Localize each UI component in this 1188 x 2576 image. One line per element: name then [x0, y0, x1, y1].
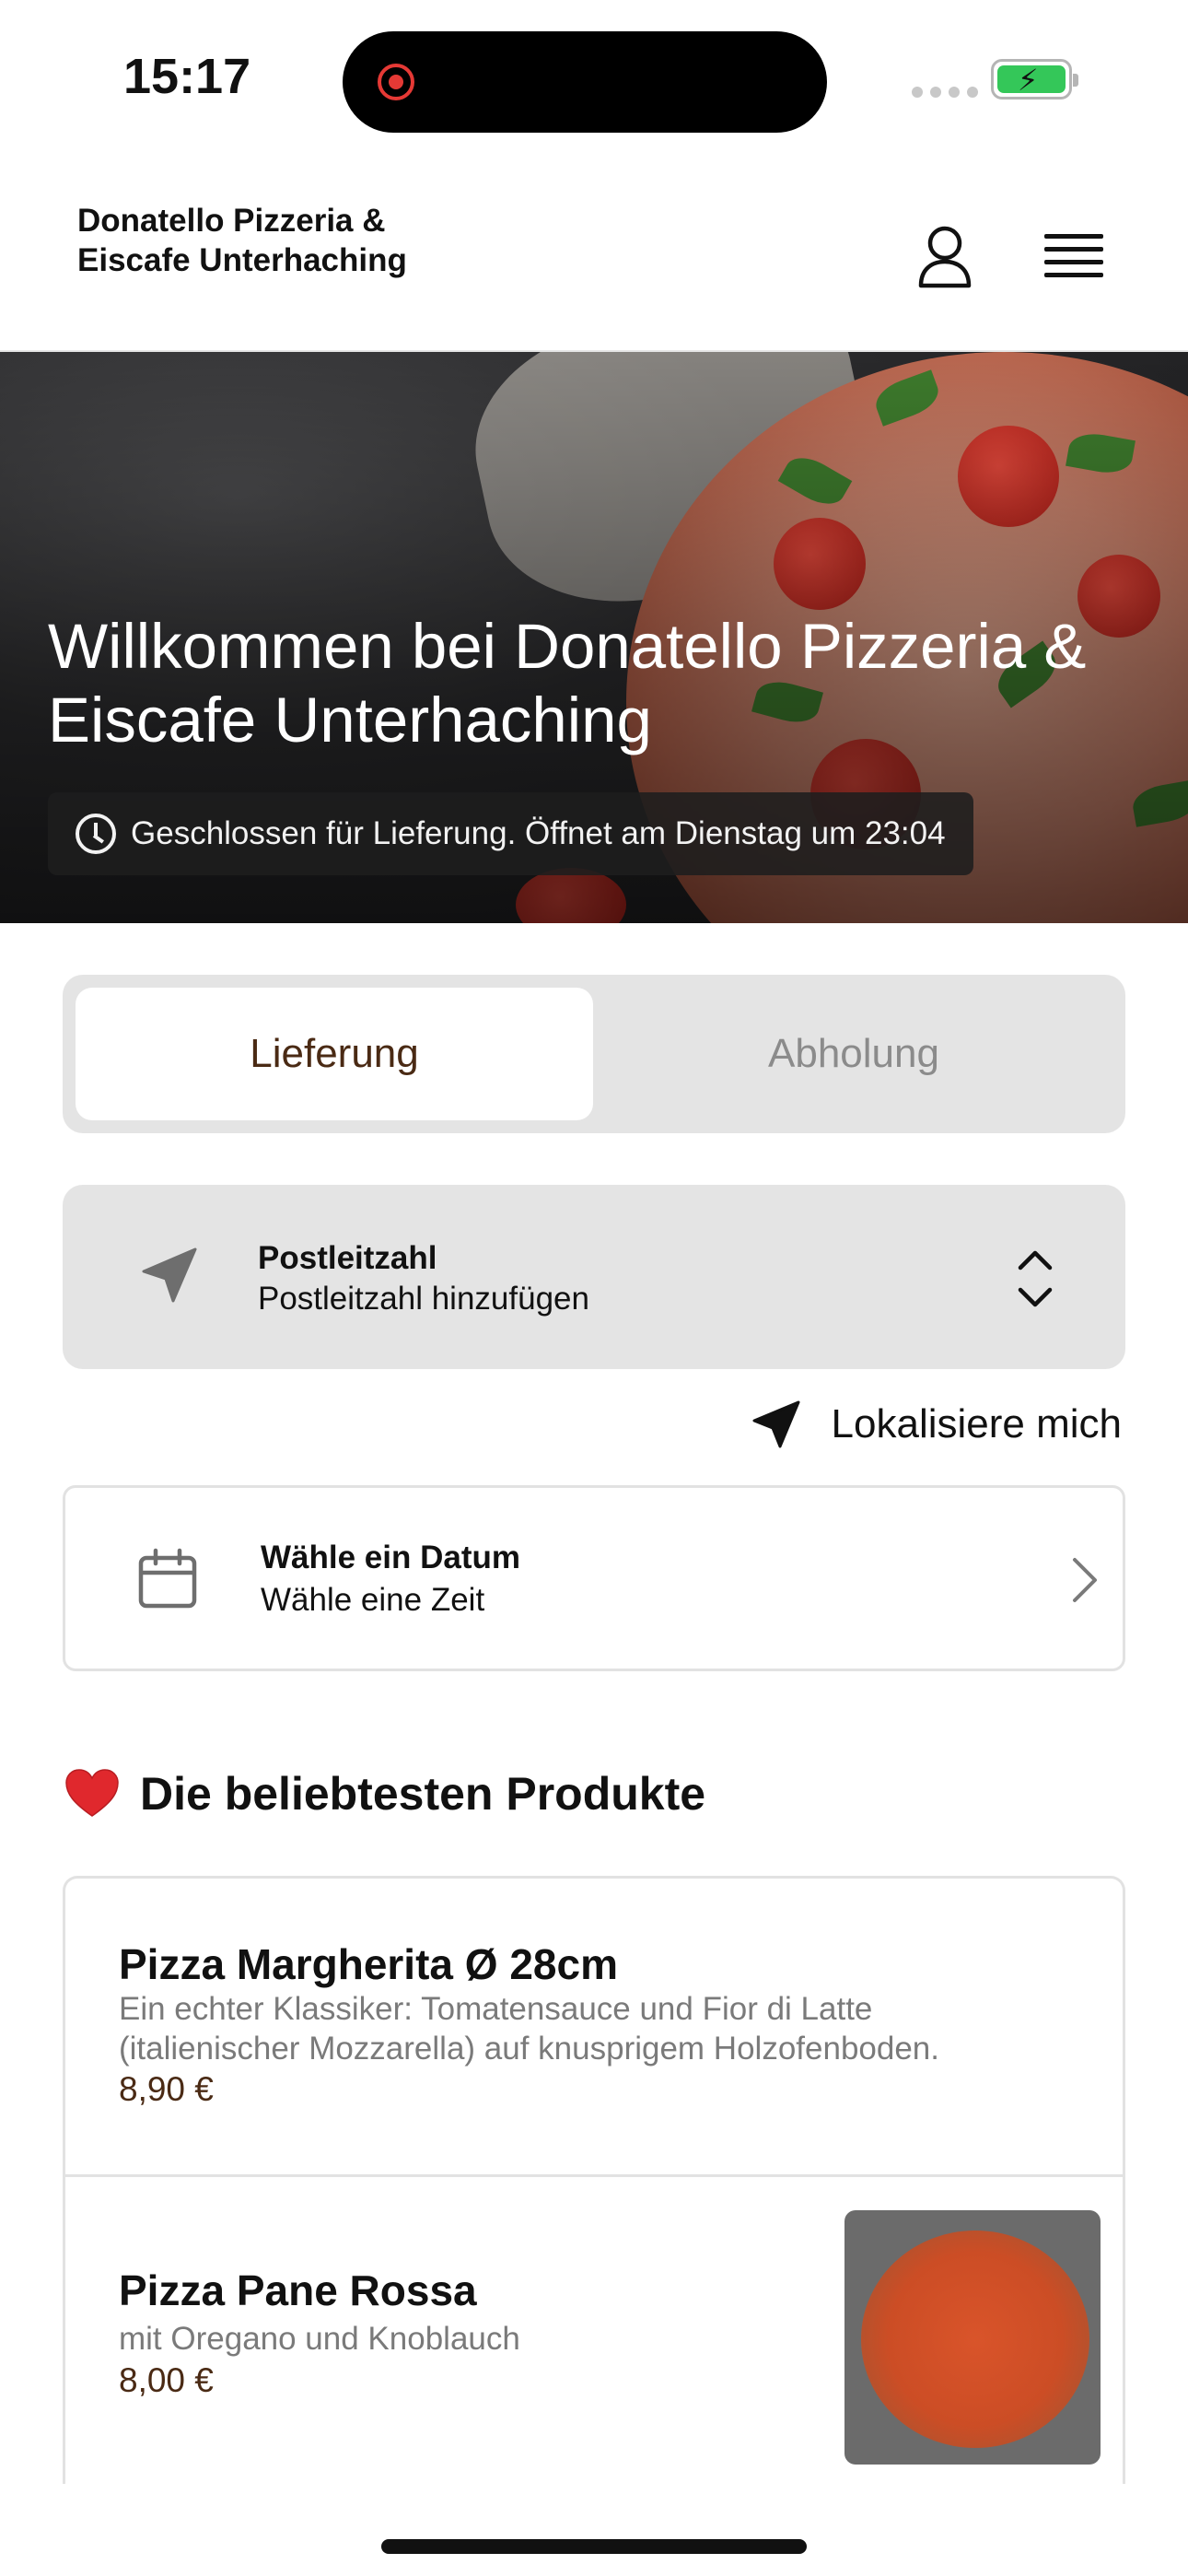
product-price: 8,90 € [119, 2070, 214, 2108]
schedule-date-label: Wähle ein Datum [261, 1540, 520, 1575]
product-image [844, 2210, 1101, 2465]
clock-icon [76, 814, 116, 854]
chevron-up-down-icon [1018, 1250, 1053, 1307]
user-icon [918, 226, 972, 288]
postal-code-label: Postleitzahl [258, 1240, 437, 1276]
locate-me-button[interactable]: Lokalisiere mich [751, 1399, 1122, 1450]
home-indicator[interactable] [381, 2539, 807, 2554]
restaurant-name[interactable]: Donatello Pizzeria & Eiscafe Unterhachin… [77, 201, 464, 280]
battery-charging-icon: ⚡ [991, 59, 1078, 100]
chevron-right-icon [1073, 1558, 1097, 1602]
product-price: 8,00 € [119, 2361, 214, 2399]
order-mode-toggle: Lieferung Abholung [63, 975, 1125, 1133]
location-arrow-icon [752, 1400, 800, 1448]
tab-delivery[interactable]: Lieferung [76, 988, 593, 1120]
recording-indicator-icon [378, 64, 414, 100]
hero-title: Willkommen bei Donatello Pizzeria & Eisc… [48, 611, 1087, 755]
app-header: Donatello Pizzeria & Eiscafe Unterhachin… [0, 184, 1188, 352]
product-description: Ein echter Klassiker: Tomatensauce und F… [119, 1991, 939, 2067]
product-list: Pizza Margherita Ø 28cm Ein echter Klass… [63, 1876, 1125, 2484]
postal-code-value: Postleitzahl hinzufügen [258, 1281, 589, 1317]
schedule-time-value: Wähle eine Zeit [261, 1582, 485, 1618]
account-button[interactable] [917, 225, 973, 291]
hero-banner: Willkommen bei Donatello Pizzeria & Eisc… [0, 352, 1188, 923]
status-bar: 15:17 ⚡ [0, 0, 1188, 157]
product-card[interactable]: Pizza Pane Rossa mit Oregano und Knoblau… [65, 2177, 1123, 2484]
product-name: Pizza Pane Rossa [119, 2266, 477, 2314]
status-time: 15:17 [123, 49, 251, 104]
delivery-status-text: Geschlossen für Lieferung. Öffnet am Die… [131, 815, 946, 851]
product-description: mit Oregano und Knoblauch [119, 2321, 520, 2357]
hamburger-menu-icon [1044, 234, 1103, 239]
dynamic-island [343, 31, 827, 133]
product-card[interactable]: Pizza Margherita Ø 28cm Ein echter Klass… [65, 1879, 1123, 2177]
cellular-signal-icon [912, 87, 978, 98]
product-name: Pizza Margherita Ø 28cm [119, 1940, 618, 1988]
navigation-arrow-icon [142, 1247, 197, 1303]
menu-button[interactable] [1044, 230, 1103, 286]
schedule-selector[interactable]: Wähle ein Datum Wähle eine Zeit [63, 1485, 1125, 1671]
tab-pickup[interactable]: Abholung [595, 988, 1112, 1120]
postal-code-selector[interactable]: Postleitzahl Postleitzahl hinzufügen [63, 1185, 1125, 1369]
heart-icon [65, 1769, 119, 1817]
popular-products-heading: Die beliebtesten Produkte [64, 1767, 705, 1821]
popular-products-title: Die beliebtesten Produkte [140, 1768, 706, 1820]
calendar-icon [138, 1548, 197, 1609]
delivery-status-badge: Geschlossen für Lieferung. Öffnet am Die… [48, 792, 973, 875]
locate-me-label: Lokalisiere mich [831, 1401, 1122, 1446]
